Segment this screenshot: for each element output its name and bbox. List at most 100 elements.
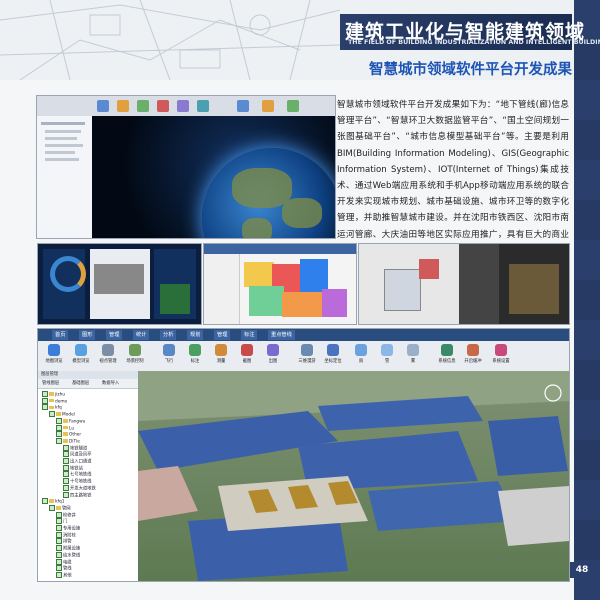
ribbon-icon — [441, 344, 453, 356]
ribbon-button[interactable]: 雪 — [376, 343, 398, 369]
screenshot-layer-panel — [37, 116, 93, 238]
page-number: 48 — [570, 562, 594, 578]
globe-view — [92, 116, 335, 238]
ribbon-button[interactable]: 系统设置 — [490, 343, 512, 369]
dashboard-thumbnail — [37, 243, 202, 325]
ribbon-icon — [381, 344, 393, 356]
ribbon-button[interactable]: 截图 — [236, 343, 258, 369]
ribbon-icon — [129, 344, 141, 356]
menu-item[interactable]: 管理 — [106, 330, 123, 340]
menu-item[interactable]: 标注 — [241, 330, 258, 340]
tree-checkbox[interactable] — [63, 451, 69, 458]
ribbon-icon — [327, 344, 339, 356]
tree-checkbox[interactable] — [63, 478, 69, 485]
tree-checkbox[interactable] — [63, 491, 69, 498]
tree-checkbox[interactable] — [49, 504, 55, 511]
tree-checkbox[interactable] — [63, 444, 69, 451]
menu-item[interactable]: 管理 — [214, 330, 231, 340]
menu-item[interactable]: 重点管线 — [268, 330, 295, 340]
ribbon-button-label: 出图 — [268, 359, 278, 364]
ribbon-toolbar: 地图浏览 模型浏览 视点管理 场景控制 飞行 标注 测量 截图出图 三维漫游坐标定位 雨雪雾 系统信… — [38, 341, 569, 382]
tree-item-label: 其他 — [63, 573, 72, 579]
ribbon-icon — [301, 344, 313, 356]
3d-city-view[interactable] — [138, 371, 569, 581]
ribbon-icon — [189, 344, 201, 356]
earth-globe — [202, 148, 335, 238]
menu-item[interactable]: 分析 — [160, 330, 177, 340]
globe-screenshot — [36, 95, 336, 239]
tree-tab[interactable]: 数据导入 — [100, 380, 121, 388]
tree-checkbox[interactable] — [56, 525, 62, 531]
ribbon-button[interactable]: 测量 — [210, 343, 232, 369]
tree-checkbox[interactable] — [56, 565, 62, 572]
tree-checkbox[interactable] — [56, 511, 62, 518]
ribbon-button[interactable]: 出图 — [262, 343, 284, 369]
menu-item[interactable]: 规划 — [187, 330, 204, 340]
tree-checkbox[interactable] — [56, 437, 62, 444]
ribbon-button-label: 地图浏览 — [45, 359, 63, 364]
tree-checkbox[interactable] — [42, 404, 48, 411]
ribbon-button[interactable]: 飞行 — [158, 343, 180, 369]
tree-checkbox[interactable] — [56, 431, 62, 438]
tree-checkbox[interactable] — [42, 391, 48, 397]
ribbon-button[interactable]: 模型浏览 — [70, 343, 92, 369]
ribbon-button[interactable]: 场景控制 — [124, 343, 146, 369]
tree-checkbox[interactable] — [42, 397, 48, 404]
tree-tabs: 管线图层 基础图层 数据导入 — [38, 379, 138, 389]
folder-icon — [56, 412, 61, 416]
tree-checkbox[interactable] — [56, 571, 62, 578]
tree-checkbox[interactable] — [63, 458, 69, 464]
ribbon-icon — [241, 344, 253, 356]
tree-checkbox[interactable] — [56, 551, 62, 558]
ribbon-button[interactable]: 三维漫游 — [296, 343, 318, 369]
tree-checkbox[interactable] — [56, 518, 62, 525]
folder-icon — [63, 439, 68, 443]
tree-checkbox[interactable] — [56, 531, 62, 538]
model-thumbnail — [358, 243, 570, 325]
tree-checkbox[interactable] — [56, 417, 62, 424]
folder-icon — [56, 506, 61, 510]
ribbon-icon — [75, 344, 87, 356]
tree-checkbox[interactable] — [56, 558, 62, 565]
ribbon-icon — [355, 344, 367, 356]
tree-checkbox[interactable] — [56, 538, 62, 545]
ribbon-button-label: 系统设置 — [492, 359, 510, 364]
tree-checkbox[interactable] — [63, 464, 69, 471]
ribbon-button-label: 坐标定位 — [324, 359, 342, 364]
menu-item[interactable]: 图形 — [79, 330, 96, 340]
ribbon-button[interactable]: 开启缓冲 — [462, 343, 484, 369]
ribbon-button[interactable]: 视点管理 — [97, 343, 119, 369]
ribbon-button[interactable]: 雾 — [402, 343, 424, 369]
ribbon-icon — [467, 344, 479, 356]
ribbon-button[interactable]: 地图浏览 — [43, 343, 65, 369]
folder-icon — [63, 432, 68, 436]
ribbon-button[interactable]: 雨 — [350, 343, 372, 369]
tree-checkbox[interactable] — [63, 484, 69, 491]
tree-checkbox[interactable] — [42, 498, 48, 505]
tree-item[interactable]: 其他 — [56, 571, 72, 579]
article-paragraph: 智慧城市领域软件平台开发成果如下为：“地下管线(廊)信息管理平台”、“智慧环卫大… — [337, 100, 569, 256]
ribbon-button[interactable]: 系统信息 — [436, 343, 458, 369]
folder-icon — [63, 419, 68, 423]
tree-checkbox[interactable] — [63, 471, 69, 478]
ribbon-icon — [102, 344, 114, 356]
tree-item[interactable]: 四主路地铁 — [63, 491, 91, 499]
tree-checkbox[interactable] — [56, 545, 62, 552]
tree-checkbox[interactable] — [56, 424, 62, 431]
ribbon-icon — [215, 344, 227, 356]
ribbon-button-label: 开启缓冲 — [464, 359, 482, 364]
ribbon-button[interactable]: 标注 — [184, 343, 206, 369]
tree-tab[interactable]: 基础图层 — [70, 380, 91, 388]
menu-item[interactable]: 首页 — [52, 330, 69, 340]
folder-icon — [49, 405, 54, 410]
folder-icon — [63, 425, 68, 430]
ribbon-icon — [495, 344, 507, 356]
ribbon-button-label: 雾 — [410, 359, 416, 364]
folder-icon — [49, 398, 54, 403]
header-subtitle: THE FIELD OF BUILDING INDUSTRIALIZATION … — [348, 39, 600, 46]
ribbon-button[interactable]: 坐标定位 — [322, 343, 344, 369]
layer-tree-panel: 图层管理 管线图层 基础图层 数据导入 jizhu demo kfq Model Fangw… — [38, 371, 139, 581]
tree-tab[interactable]: 管线图层 — [40, 380, 61, 388]
tree-checkbox[interactable] — [49, 411, 55, 418]
menu-item[interactable]: 统计 — [133, 330, 150, 340]
